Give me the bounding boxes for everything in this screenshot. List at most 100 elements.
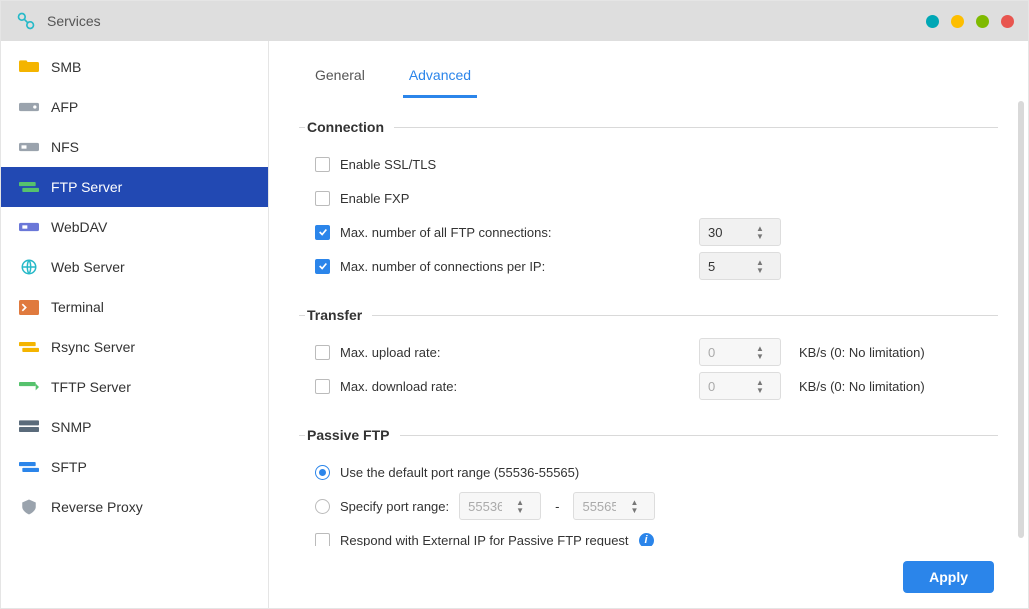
section-legend: Passive FTP — [305, 427, 400, 443]
checkbox-max-upload[interactable] — [315, 345, 330, 360]
row-max-upload: Max. upload rate: ▲▼ KB/s (0: No limitat… — [299, 335, 998, 369]
row-enable-fxp: Enable FXP — [299, 181, 998, 215]
window-dot-minimize[interactable] — [926, 15, 939, 28]
stepper-arrows[interactable]: ▲▼ — [750, 345, 770, 360]
folder-icon — [19, 57, 39, 77]
sidebar-item-web-server[interactable]: Web Server — [1, 247, 268, 287]
chevron-up-icon[interactable]: ▲ — [756, 345, 764, 352]
window-dot-close[interactable] — [1001, 15, 1014, 28]
label-max-all: Max. number of all FTP connections: — [340, 225, 690, 240]
input-range-to[interactable] — [574, 499, 624, 514]
app-title: Services — [47, 13, 101, 29]
titlebar: Services — [1, 1, 1028, 41]
sidebar-item-ftp-server[interactable]: FTP Server — [1, 167, 268, 207]
chevron-up-icon[interactable]: ▲ — [756, 225, 764, 232]
tab-advanced[interactable]: Advanced — [403, 59, 477, 98]
chevron-up-icon[interactable]: ▲ — [756, 259, 764, 266]
checkbox-max-download[interactable] — [315, 379, 330, 394]
label-specify-range: Specify port range: — [340, 499, 449, 514]
scrollbar[interactable] — [1018, 101, 1024, 538]
input-range-from[interactable] — [460, 499, 510, 514]
sidebar-item-nfs[interactable]: NFS — [1, 127, 268, 167]
radio-use-default-range[interactable] — [315, 465, 330, 480]
app-window: Services SMB AFP — [0, 0, 1029, 609]
spinner-range-to[interactable]: ▲▼ — [573, 492, 655, 520]
sidebar-item-label: AFP — [51, 99, 78, 115]
server-icon — [19, 97, 39, 117]
terminal-icon — [19, 297, 39, 317]
spinner-max-upload[interactable]: ▲▼ — [699, 338, 781, 366]
sidebar: SMB AFP NFS FTP Server — [1, 41, 269, 608]
input-max-per-ip[interactable] — [700, 259, 750, 274]
section-legend: Connection — [305, 119, 394, 135]
sidebar-item-snmp[interactable]: SNMP — [1, 407, 268, 447]
sidebar-item-label: Rsync Server — [51, 339, 135, 355]
stepper-arrows[interactable]: ▲▼ — [750, 379, 770, 394]
sidebar-item-label: WebDAV — [51, 219, 107, 235]
chevron-down-icon[interactable]: ▼ — [756, 353, 764, 360]
spinner-range-from[interactable]: ▲▼ — [459, 492, 541, 520]
label-max-download: Max. download rate: — [340, 379, 690, 394]
stepper-arrows[interactable]: ▲▼ — [750, 259, 770, 274]
footer: Apply — [269, 546, 1028, 608]
input-max-download[interactable] — [700, 379, 750, 394]
sidebar-item-smb[interactable]: SMB — [1, 47, 268, 87]
spinner-max-all[interactable]: ▲▼ — [699, 218, 781, 246]
label-max-upload: Max. upload rate: — [340, 345, 690, 360]
window-dot-maximize[interactable] — [976, 15, 989, 28]
chevron-down-icon[interactable]: ▼ — [631, 507, 639, 514]
window-dot-help[interactable] — [951, 15, 964, 28]
sidebar-item-afp[interactable]: AFP — [1, 87, 268, 127]
section-transfer: Transfer Max. upload rate: ▲▼ KB/s (0: N… — [299, 307, 998, 407]
sidebar-item-webdav[interactable]: WebDAV — [1, 207, 268, 247]
apply-button[interactable]: Apply — [903, 561, 994, 593]
sidebar-item-label: Terminal — [51, 299, 104, 315]
label-max-per-ip: Max. number of connections per IP: — [340, 259, 690, 274]
label-use-default-range: Use the default port range (55536-55565) — [340, 465, 579, 480]
suffix-max-upload: KB/s (0: No limitation) — [799, 345, 925, 360]
stepper-arrows[interactable]: ▲▼ — [750, 225, 770, 240]
stepper-arrows[interactable]: ▲▼ — [624, 499, 644, 514]
sidebar-item-tftp-server[interactable]: TFTP Server — [1, 367, 268, 407]
chevron-down-icon[interactable]: ▼ — [756, 267, 764, 274]
tabs: General Advanced — [269, 41, 1028, 99]
ftp-icon — [19, 177, 39, 197]
sidebar-item-label: SNMP — [51, 419, 91, 435]
sidebar-item-reverse-proxy[interactable]: Reverse Proxy — [1, 487, 268, 527]
row-max-download: Max. download rate: ▲▼ KB/s (0: No limit… — [299, 369, 998, 403]
sidebar-item-label: TFTP Server — [51, 379, 131, 395]
body: SMB AFP NFS FTP Server — [1, 41, 1028, 608]
chevron-down-icon[interactable]: ▼ — [516, 507, 524, 514]
web-icon — [19, 257, 39, 277]
row-max-all: Max. number of all FTP connections: ▲▼ — [299, 215, 998, 249]
content: Connection Enable SSL/TLS Enable FXP — [269, 99, 1028, 608]
stepper-arrows[interactable]: ▲▼ — [510, 499, 530, 514]
checkbox-enable-fxp[interactable] — [315, 191, 330, 206]
sidebar-item-label: Reverse Proxy — [51, 499, 143, 515]
snmp-icon — [19, 417, 39, 437]
spinner-max-download[interactable]: ▲▼ — [699, 372, 781, 400]
chevron-down-icon[interactable]: ▼ — [756, 387, 764, 394]
tab-general[interactable]: General — [309, 59, 371, 98]
window-controls — [926, 15, 1014, 28]
input-max-upload[interactable] — [700, 345, 750, 360]
checkbox-max-per-ip[interactable] — [315, 259, 330, 274]
main-panel: General Advanced Connection Enable SSL/T… — [269, 41, 1028, 608]
label-enable-fxp: Enable FXP — [340, 191, 409, 206]
sftp-icon — [19, 457, 39, 477]
sidebar-item-rsync-server[interactable]: Rsync Server — [1, 327, 268, 367]
sidebar-item-label: SMB — [51, 59, 81, 75]
checkbox-max-all[interactable] — [315, 225, 330, 240]
chevron-down-icon[interactable]: ▼ — [756, 233, 764, 240]
chevron-up-icon[interactable]: ▲ — [516, 499, 524, 506]
chevron-up-icon[interactable]: ▲ — [756, 379, 764, 386]
tftp-icon — [19, 377, 39, 397]
section-legend: Transfer — [305, 307, 372, 323]
sidebar-item-sftp[interactable]: SFTP — [1, 447, 268, 487]
chevron-up-icon[interactable]: ▲ — [631, 499, 639, 506]
spinner-max-per-ip[interactable]: ▲▼ — [699, 252, 781, 280]
radio-specify-range[interactable] — [315, 499, 330, 514]
sidebar-item-terminal[interactable]: Terminal — [1, 287, 268, 327]
checkbox-enable-ssl[interactable] — [315, 157, 330, 172]
input-max-all[interactable] — [700, 225, 750, 240]
